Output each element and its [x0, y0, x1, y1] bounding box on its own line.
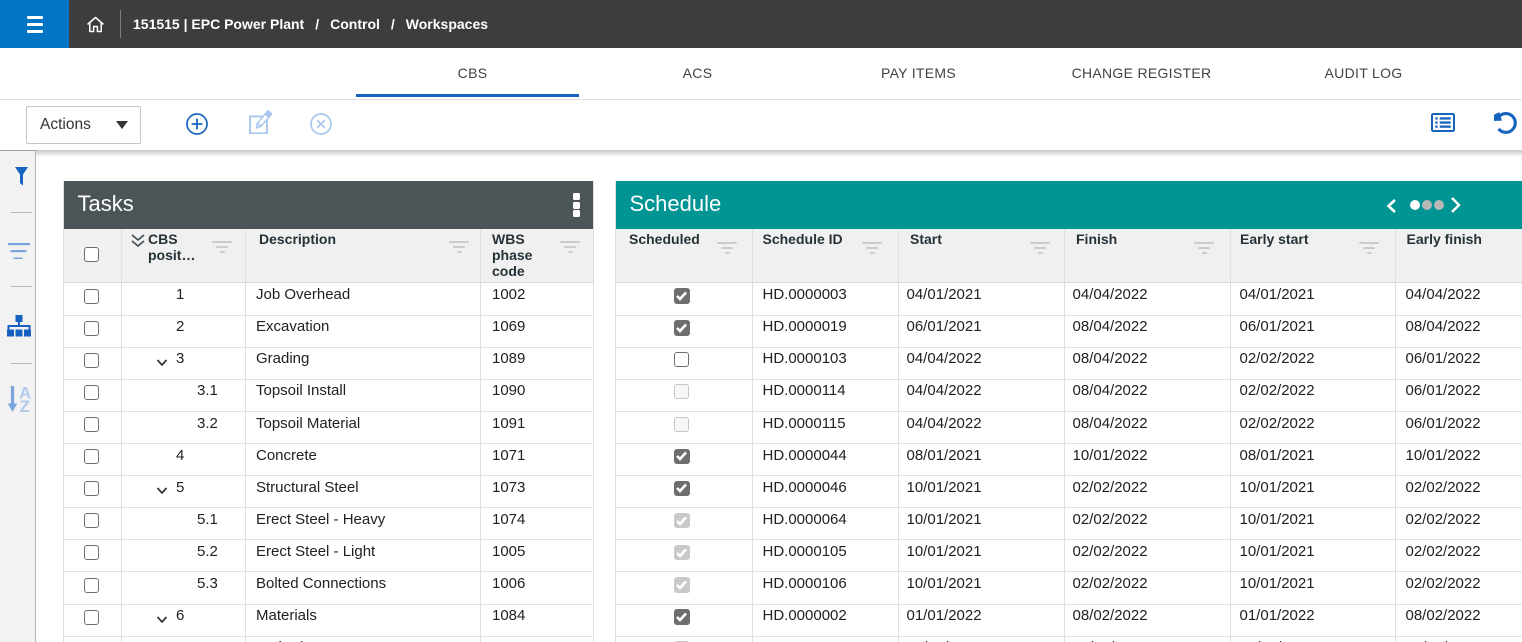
- svg-text:Z: Z: [20, 397, 30, 413]
